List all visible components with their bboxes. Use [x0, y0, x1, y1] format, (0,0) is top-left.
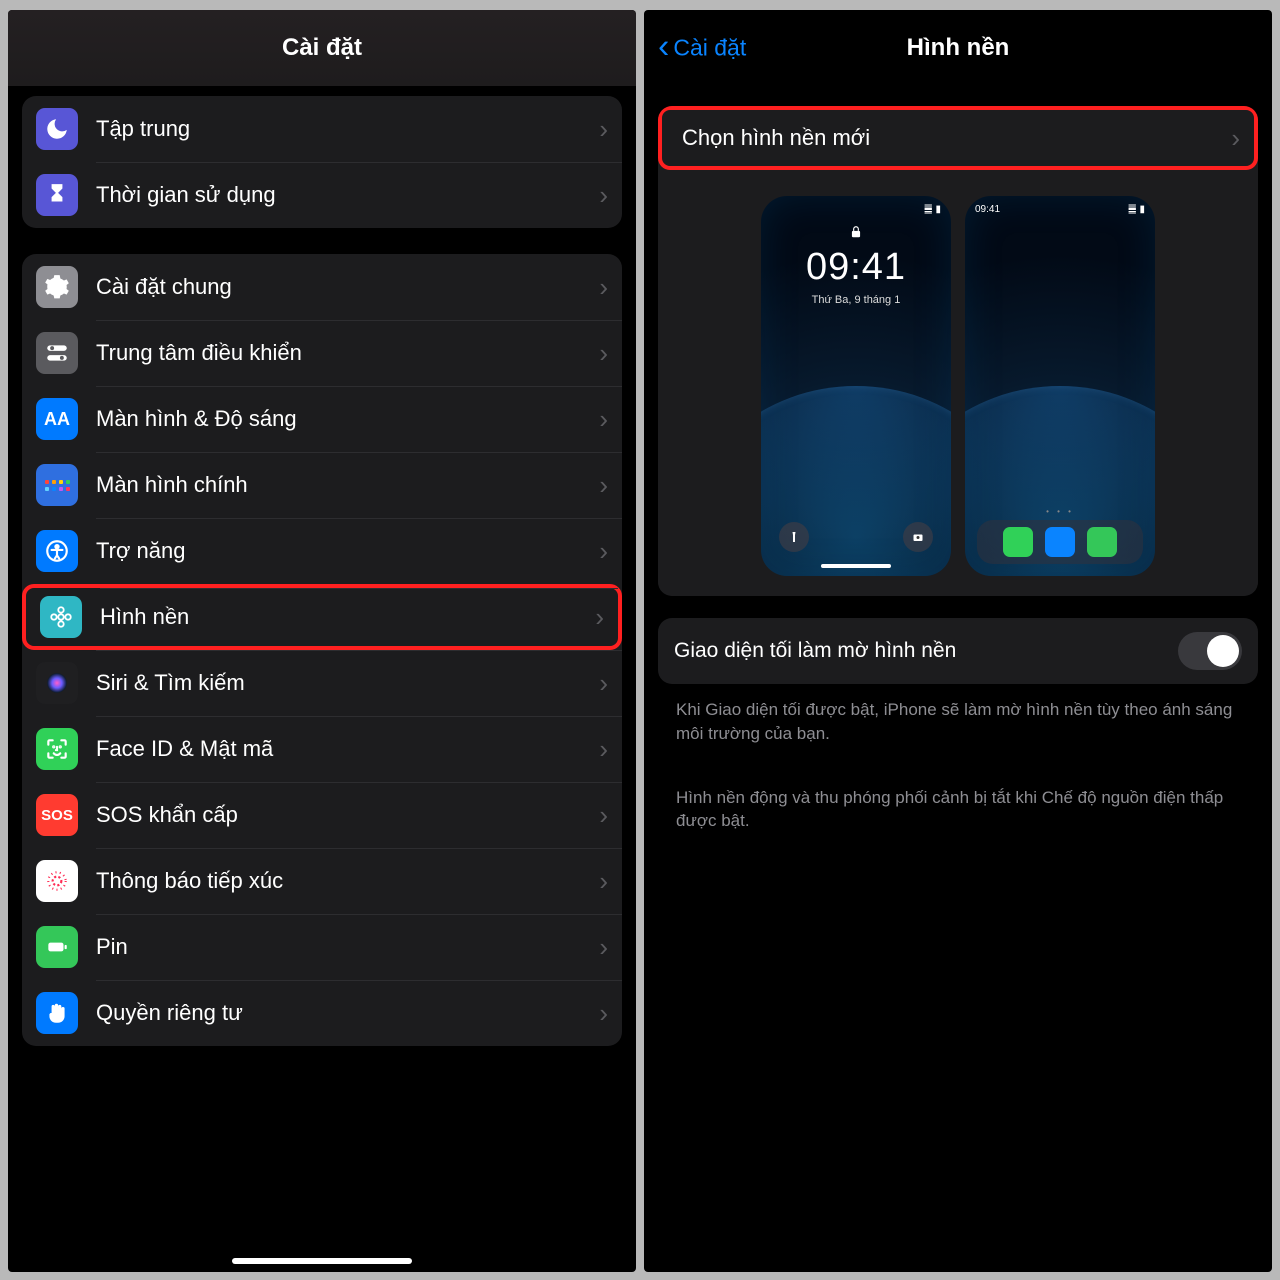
settings-list[interactable]: Tập trung › Thời gian sử dụng › Cài đặt …	[8, 86, 636, 1272]
row-exposure-notification[interactable]: Thông báo tiếp xúc ›	[22, 848, 622, 914]
phone-app-icon	[1003, 527, 1033, 557]
row-label: Face ID & Mật mã	[96, 736, 599, 762]
page-title: Cài đặt	[282, 34, 362, 62]
row-label: Màn hình chính	[96, 472, 599, 498]
chevron-right-icon: ›	[599, 180, 608, 211]
hand-icon	[36, 992, 78, 1034]
footnote-1: Khi Giao diện tối được bật, iPhone sẽ là…	[658, 684, 1258, 746]
moon-icon	[36, 108, 78, 150]
mini-statusbar: ䷀ ▮	[771, 204, 941, 215]
flashlight-icon	[779, 522, 809, 552]
chevron-right-icon: ›	[599, 734, 608, 765]
lock-icon	[849, 224, 863, 245]
chevron-right-icon: ›	[599, 536, 608, 567]
row-label: Quyền riêng tư	[96, 1000, 599, 1026]
row-siri-search[interactable]: Siri & Tìm kiếm ›	[22, 650, 622, 716]
row-display-brightness[interactable]: AA Màn hình & Độ sáng ›	[22, 386, 622, 452]
row-privacy[interactable]: Quyền riêng tư ›	[22, 980, 622, 1046]
text-size-icon: AA	[36, 398, 78, 440]
lock-date: Thứ Ba, 9 tháng 1	[761, 294, 951, 306]
row-battery[interactable]: Pin ›	[22, 914, 622, 980]
chevron-right-icon: ›	[1231, 123, 1240, 154]
exposure-icon	[36, 860, 78, 902]
flower-icon	[40, 596, 82, 638]
settings-group-main: Cài đặt chung › Trung tâm điều khiển › A…	[22, 254, 622, 1046]
titlebar: ‹ Cài đặt Hình nền	[644, 10, 1272, 86]
chevron-right-icon: ›	[595, 602, 604, 633]
settings-group-focus: Tập trung › Thời gian sử dụng ›	[22, 96, 622, 228]
row-label: Pin	[96, 934, 599, 960]
row-label: SOS khẩn cấp	[96, 802, 599, 828]
row-screen-time[interactable]: Thời gian sử dụng ›	[22, 162, 622, 228]
row-wallpaper[interactable]: Hình nền ›	[22, 584, 622, 650]
row-focus[interactable]: Tập trung ›	[22, 96, 622, 162]
messages-app-icon	[1087, 527, 1117, 557]
row-label: Trung tâm điều khiển	[96, 340, 599, 366]
back-label: Cài đặt	[673, 35, 746, 62]
row-home-screen[interactable]: Màn hình chính ›	[22, 452, 622, 518]
home-indicator[interactable]	[232, 1258, 412, 1264]
dock	[977, 520, 1143, 564]
page-title: Hình nền	[907, 34, 1010, 62]
chevron-right-icon: ›	[599, 338, 608, 369]
toggle-label: Giao diện tối làm mờ hình nền	[674, 639, 1178, 663]
chevron-right-icon: ›	[599, 272, 608, 303]
homescreen-preview[interactable]: 09:41䷀ ▮ • • •	[965, 196, 1155, 576]
row-label: Cài đặt chung	[96, 274, 599, 300]
switch-knob	[1207, 635, 1239, 667]
lock-time: 09:41	[761, 246, 951, 289]
chevron-right-icon: ›	[599, 998, 608, 1029]
hourglass-icon	[36, 174, 78, 216]
back-button[interactable]: ‹ Cài đặt	[658, 35, 746, 62]
apps-grid-icon	[36, 464, 78, 506]
row-label: Thông báo tiếp xúc	[96, 868, 599, 894]
safari-app-icon	[1045, 527, 1075, 557]
gear-icon	[36, 266, 78, 308]
row-general[interactable]: Cài đặt chung ›	[22, 254, 622, 320]
row-emergency-sos[interactable]: SOS SOS khẩn cấp ›	[22, 782, 622, 848]
row-label: Chọn hình nền mới	[682, 125, 1231, 151]
row-label: Thời gian sử dụng	[96, 182, 599, 208]
faceid-icon	[36, 728, 78, 770]
row-faceid-passcode[interactable]: Face ID & Mật mã ›	[22, 716, 622, 782]
dark-dim-switch[interactable]	[1178, 632, 1242, 670]
accessibility-icon	[36, 530, 78, 572]
chevron-right-icon: ›	[599, 470, 608, 501]
row-control-center[interactable]: Trung tâm điều khiển ›	[22, 320, 622, 386]
row-label: Hình nền	[100, 604, 595, 630]
chevron-right-icon: ›	[599, 114, 608, 145]
row-label: Tập trung	[96, 116, 599, 142]
page-dots: • • •	[965, 507, 1155, 516]
settings-screen: Cài đặt Tập trung › Thời gian sử dụng ›	[8, 10, 636, 1272]
toggles-icon	[36, 332, 78, 374]
chevron-right-icon: ›	[599, 932, 608, 963]
camera-icon	[903, 522, 933, 552]
row-label: Siri & Tìm kiếm	[96, 670, 599, 696]
mini-statusbar: 09:41䷀ ▮	[975, 204, 1145, 215]
sos-icon: SOS	[36, 794, 78, 836]
row-accessibility[interactable]: Trợ năng ›	[22, 518, 622, 584]
chevron-right-icon: ›	[599, 668, 608, 699]
wallpaper-group: Chọn hình nền mới › ䷀ ▮ 09:41 Thứ Ba, 9 …	[658, 106, 1258, 596]
battery-icon	[36, 926, 78, 968]
wallpaper-previews: ䷀ ▮ 09:41 Thứ Ba, 9 tháng 1 09:41䷀ ▮	[658, 170, 1258, 596]
siri-icon	[36, 662, 78, 704]
footnote-2: Hình nền động và thu phóng phối cảnh bị …	[658, 772, 1258, 834]
chevron-right-icon: ›	[599, 866, 608, 897]
row-label: Trợ năng	[96, 538, 599, 564]
wallpaper-content: Chọn hình nền mới › ䷀ ▮ 09:41 Thứ Ba, 9 …	[644, 86, 1272, 1272]
wallpaper-screen: ‹ Cài đặt Hình nền Chọn hình nền mới › ䷀…	[644, 10, 1272, 1272]
chevron-right-icon: ›	[599, 404, 608, 435]
titlebar: Cài đặt	[8, 10, 636, 86]
mini-home-indicator	[821, 564, 891, 568]
lockscreen-preview[interactable]: ䷀ ▮ 09:41 Thứ Ba, 9 tháng 1	[761, 196, 951, 576]
row-label: Màn hình & Độ sáng	[96, 406, 599, 432]
dark-dim-toggle-row: Giao diện tối làm mờ hình nền	[658, 618, 1258, 684]
chevron-right-icon: ›	[599, 800, 608, 831]
choose-wallpaper-row[interactable]: Chọn hình nền mới ›	[658, 106, 1258, 170]
